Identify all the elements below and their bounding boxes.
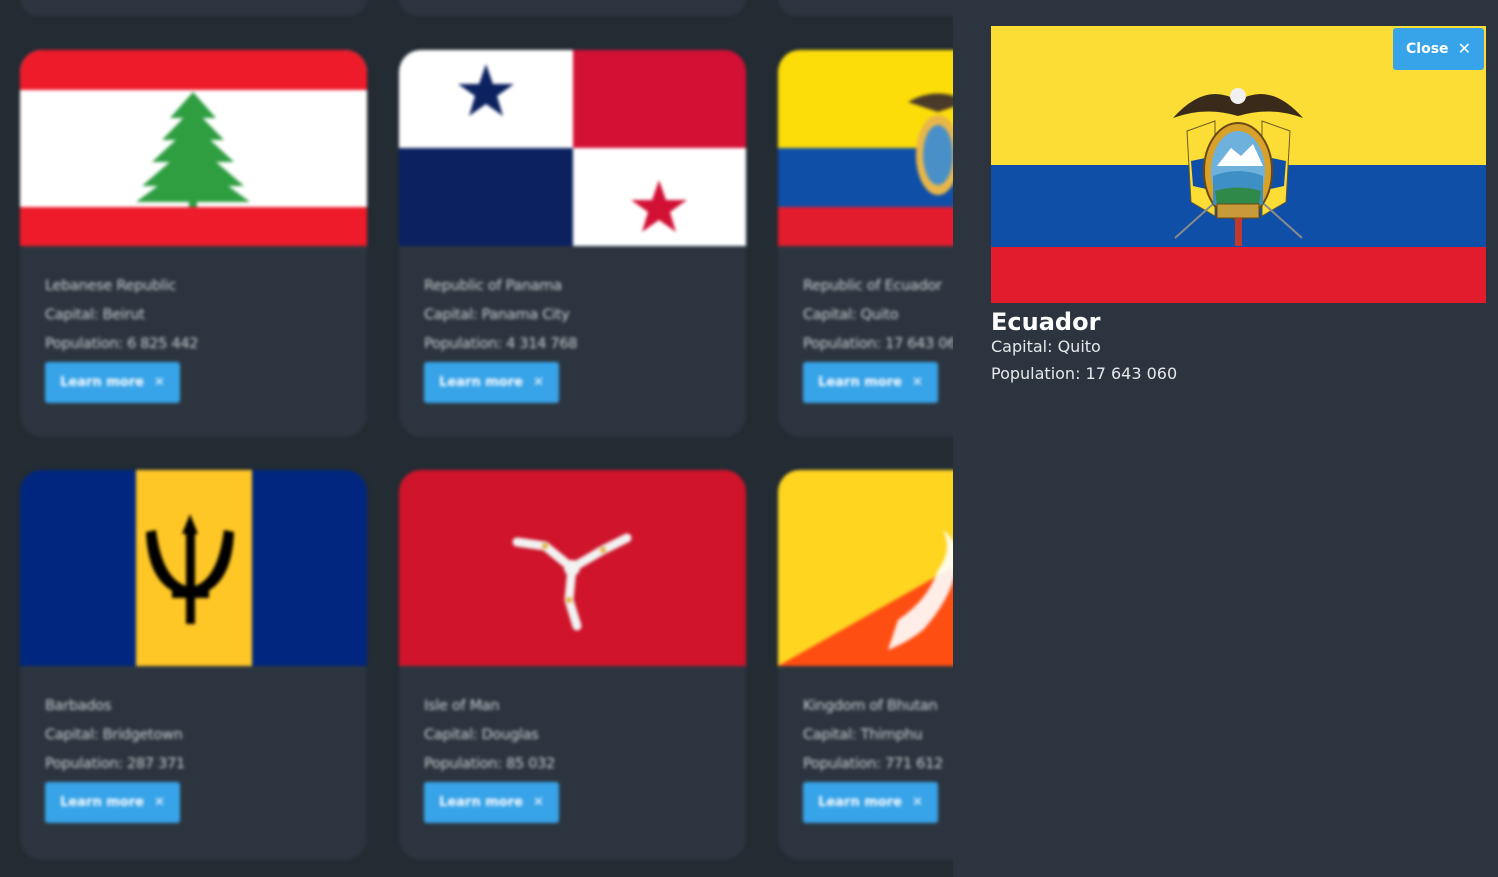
coat-of-arms-icon	[1173, 88, 1303, 246]
country-card: Republic of Panama Capital: Panama City …	[399, 50, 746, 437]
country-population: Population: 17 643 060	[803, 336, 953, 352]
learn-more-label: Learn more	[439, 375, 523, 390]
country-name: Barbados	[45, 698, 112, 714]
card-partial	[20, 0, 367, 16]
learn-more-button[interactable]: Learn more ✕	[45, 782, 180, 823]
card-partial	[778, 0, 953, 16]
country-population: Population: 85 032	[424, 756, 556, 772]
learn-more-label: Learn more	[439, 795, 523, 810]
panama-flag	[399, 50, 746, 246]
learn-more-button[interactable]: Learn more ✕	[45, 362, 180, 403]
country-detail-panel: Close ✕ Ecuador Capital: Quito Populatio…	[953, 0, 1498, 877]
country-population: Population: 771 612	[803, 756, 943, 772]
learn-more-button[interactable]: Learn more ✕	[424, 362, 559, 403]
country-capital: Capital: Quito	[991, 337, 1101, 356]
close-button[interactable]: Close ✕	[1393, 28, 1484, 70]
barbados-flag	[20, 470, 367, 666]
ecuador-flag	[778, 50, 953, 246]
country-capital: Capital: Quito	[803, 307, 899, 323]
learn-more-button[interactable]: Learn more ✕	[424, 782, 559, 823]
country-name: Republic of Ecuador	[803, 278, 942, 294]
isle-of-man-flag	[399, 470, 746, 666]
close-icon: ✕	[532, 795, 544, 810]
country-capital: Capital: Panama City	[424, 307, 570, 323]
country-population: Population: 17 643 060	[991, 364, 1178, 383]
country-population: Population: 287 371	[45, 756, 185, 772]
country-population: Population: 6 825 442	[45, 336, 199, 352]
learn-more-label: Learn more	[818, 795, 902, 810]
country-name: Isle of Man	[424, 698, 500, 714]
close-icon: ✕	[532, 375, 544, 390]
close-icon: ✕	[911, 375, 923, 390]
country-name-heading: Ecuador	[991, 308, 1101, 336]
country-grid: Lebanese Republic Capital: Beirut Popula…	[0, 0, 953, 877]
learn-more-label: Learn more	[60, 795, 144, 810]
close-icon: ✕	[1457, 39, 1471, 58]
learn-more-label: Learn more	[818, 375, 902, 390]
country-name: Lebanese Republic	[45, 278, 176, 294]
close-icon: ✕	[153, 375, 165, 390]
country-card: Isle of Man Capital: Douglas Population:…	[399, 470, 746, 860]
country-capital: Capital: Douglas	[424, 727, 539, 743]
close-icon: ✕	[153, 795, 165, 810]
close-label: Close	[1406, 41, 1449, 57]
learn-more-button[interactable]: Learn more ✕	[803, 782, 938, 823]
country-population: Population: 4 314 768	[424, 336, 578, 352]
country-name: Republic of Panama	[424, 278, 562, 294]
country-capital: Capital: Beirut	[45, 307, 145, 323]
country-card: Barbados Capital: Bridgetown Population:…	[20, 470, 367, 860]
bhutan-flag	[778, 470, 953, 666]
learn-more-label: Learn more	[60, 375, 144, 390]
close-icon: ✕	[911, 795, 923, 810]
learn-more-button[interactable]: Learn more ✕	[803, 362, 938, 403]
lebanon-flag	[20, 50, 367, 246]
country-capital: Capital: Thimphu	[803, 727, 923, 743]
country-capital: Capital: Bridgetown	[45, 727, 183, 743]
country-card: Lebanese Republic Capital: Beirut Popula…	[20, 50, 367, 437]
country-name: Kingdom of Bhutan	[803, 698, 938, 714]
country-card: Republic of Ecuador Capital: Quito Popul…	[778, 50, 953, 437]
card-partial	[399, 0, 746, 16]
country-card: Kingdom of Bhutan Capital: Thimphu Popul…	[778, 470, 953, 860]
